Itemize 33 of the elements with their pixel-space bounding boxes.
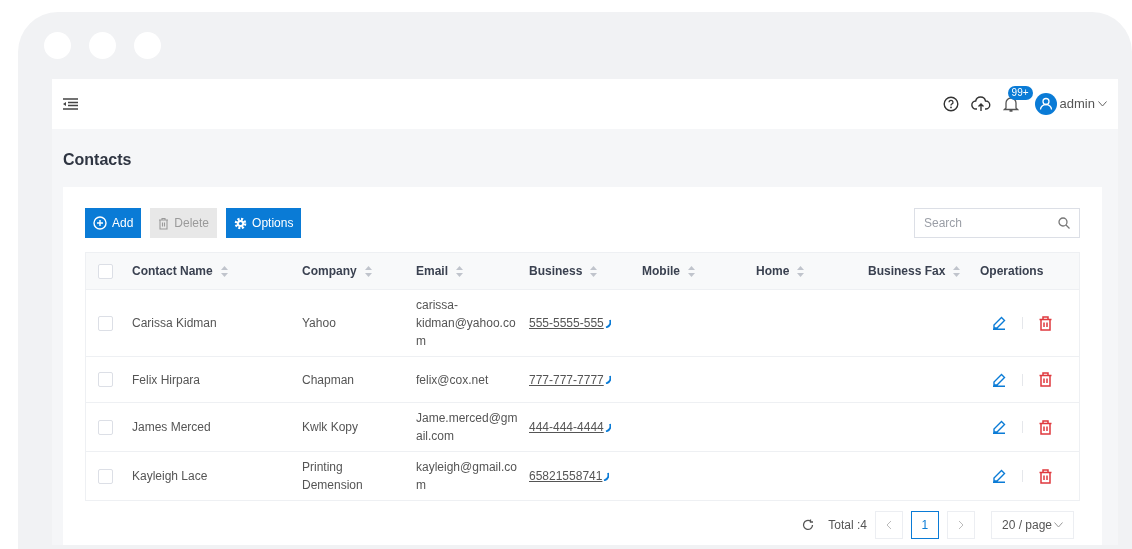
email-address: carissa-kidman@yahoo.com xyxy=(416,297,517,350)
page-title: Contacts xyxy=(63,150,133,170)
column-header[interactable]: Business Fax xyxy=(868,262,946,280)
company-name: Yahoo xyxy=(302,316,336,330)
company-name: Chapman xyxy=(302,372,355,387)
column-header[interactable]: Email xyxy=(416,262,448,280)
phone-link[interactable]: 65821558741 xyxy=(529,467,603,485)
email-address: kayleigh@gmail.com xyxy=(416,459,518,494)
total-count: Total :4 xyxy=(828,517,867,534)
add-button[interactable]: Add xyxy=(85,208,142,238)
phone-link[interactable]: 777-777-7777 xyxy=(529,370,604,389)
company-name: Printing Demension xyxy=(302,460,363,492)
column-header[interactable]: Contact Name xyxy=(132,262,213,280)
options-button[interactable]: Options xyxy=(226,208,302,238)
page-size-select[interactable]: 20 / page xyxy=(990,511,1074,539)
company-name: Kwlk Kopy xyxy=(302,420,359,434)
column-header[interactable]: Company xyxy=(302,262,357,280)
phone-link[interactable]: 444-444-4444 xyxy=(529,418,604,436)
notification-badge: 99+ xyxy=(1007,86,1033,100)
page-button[interactable]: 1 xyxy=(910,511,939,539)
phone-link[interactable]: 555-5555-555 xyxy=(529,314,604,332)
search-field[interactable]: Search xyxy=(914,208,1080,238)
column-header[interactable]: Business xyxy=(529,262,583,280)
column-header[interactable]: Home xyxy=(756,262,790,280)
contact-name: Carissa Kidman xyxy=(132,316,217,330)
contact-name: James Merced xyxy=(132,420,211,434)
contact-name: Felix Hirpara xyxy=(132,372,200,387)
column-header[interactable]: Mobile xyxy=(642,262,680,280)
user-name[interactable]: admin xyxy=(1059,94,1095,114)
email-address: felix@cox.net xyxy=(416,371,490,389)
email-address: Jame.merced@gmail.com xyxy=(416,410,519,445)
column-header[interactable]: Operations xyxy=(980,262,1044,280)
contact-name: Kayleigh Lace xyxy=(132,469,208,483)
